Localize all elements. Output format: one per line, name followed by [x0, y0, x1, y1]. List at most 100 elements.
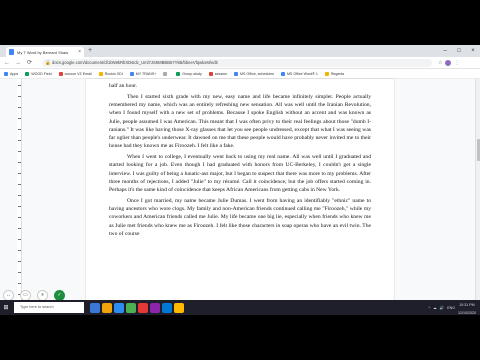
new-tab-button[interactable]: +: [88, 47, 92, 55]
bookmark-label: Apps: [10, 71, 19, 76]
volume-icon[interactable]: 🔊: [440, 306, 444, 310]
bookmark-star-icon[interactable]: ☆: [438, 57, 442, 69]
bookmark-item[interactable]: WOOD Field: [25, 71, 52, 76]
document-page[interactable]: half an hour. Then I started sixth grade …: [86, 79, 394, 300]
ruler-tick: [18, 250, 21, 251]
tab-title: My T Word by Bernard Shaw: [17, 49, 69, 55]
ruler-tick: [18, 217, 21, 218]
ruler-tick: [18, 272, 21, 273]
clock-date: 12/10/2020: [458, 310, 476, 315]
document-area: half an hour. Then I started sixth grade …: [0, 79, 480, 301]
docs-icon: [9, 49, 14, 55]
ruler-tick: [18, 85, 21, 86]
system-tray: ^ ☁ 🔊 ENG 10:31 PM 12/10/2020: [428, 300, 476, 315]
maximize-button[interactable]: □: [452, 45, 466, 57]
browser-toolbar: ← → ⟳ 🔒 docs.google.com/document/d/1bN9k…: [0, 57, 480, 69]
bookmark-item[interactable]: Regents: [324, 71, 345, 76]
bookmark-icon: [234, 71, 239, 76]
taskbar-app-icon[interactable]: [90, 302, 100, 313]
taskbar: ⊞ Type here to search ^ ☁ 🔊 ENG 10:31 PM…: [0, 300, 480, 315]
bookmark-label: WOOD Field: [31, 71, 52, 76]
window-controls: – □ ×: [438, 45, 480, 57]
ruler-tick: [18, 283, 21, 284]
forward-button[interactable]: →: [15, 57, 21, 69]
bookmark-icon: [324, 71, 329, 76]
bookmark-label: Group study: [182, 71, 202, 76]
document-paragraph[interactable]: half an hour.: [109, 82, 371, 90]
taskbar-app-icon[interactable]: [174, 302, 184, 313]
bookmark-icon: [280, 71, 285, 76]
taskbar-app-icon[interactable]: [102, 302, 112, 313]
clock[interactable]: 10:31 PM 12/10/2020: [458, 300, 476, 315]
bookmark-label: Regents: [330, 71, 345, 76]
windows-start-icon[interactable]: ⊞: [0, 300, 12, 315]
bookmark-label: MS Office Word® 1: [286, 71, 318, 76]
tab-strip: My T Word by Bernard Shaw × + – □ ×: [0, 45, 480, 57]
bookmark-icon: [208, 71, 213, 76]
taskbar-app-icon[interactable]: [126, 302, 136, 313]
toolbar-icons: ☆ ⋮: [438, 57, 459, 69]
close-window-button[interactable]: ×: [466, 45, 480, 57]
back-button[interactable]: ←: [4, 57, 10, 69]
close-tab-icon[interactable]: ×: [78, 49, 81, 55]
document-text[interactable]: half an hour. Then I started sixth grade …: [109, 82, 371, 238]
bookmark-icon: [176, 71, 181, 76]
ruler-tick: [18, 162, 21, 163]
bookmark-icon: [163, 71, 168, 76]
tray-chevron-icon[interactable]: ^: [428, 306, 430, 310]
ruler-tick: [18, 206, 21, 207]
scrollbar[interactable]: [475, 79, 480, 300]
document-paragraph[interactable]: When I went to college, I eventually wen…: [109, 153, 371, 194]
minimize-button[interactable]: –: [438, 45, 452, 57]
ruler-tick: [18, 173, 21, 174]
document-paragraph[interactable]: Then I started sixth grade with my new, …: [109, 93, 371, 151]
address-bar[interactable]: 🔒 docs.google.com/document/d/1bN9kRbXDsI…: [42, 59, 432, 67]
bookmark-item[interactable]: Group study: [176, 71, 202, 76]
screen: My T Word by Bernard Shaw × + – □ × ← → …: [0, 45, 480, 315]
document-paragraph[interactable]: Once I got married, my name became Julie…: [109, 197, 371, 238]
menu-icon[interactable]: ⋮: [454, 57, 459, 69]
language-indicator[interactable]: ENG: [447, 306, 455, 310]
vertical-ruler: [17, 79, 22, 300]
ruler-tick: [18, 118, 21, 119]
cloud-icon[interactable]: ☁: [433, 306, 437, 310]
bookmark-icon: [98, 71, 103, 76]
bookmark-icon: [58, 71, 63, 76]
bookmark-item[interactable]: Apps: [4, 71, 19, 76]
bookmark-item[interactable]: MS Office Word® 1: [280, 71, 318, 76]
taskbar-apps: [90, 302, 184, 313]
bookmark-label: MS Office, schedules: [240, 71, 274, 76]
url-text: docs.google.com/document/d/1bN9kRbXDsIdc…: [52, 60, 218, 65]
taskbar-app-icon[interactable]: [162, 302, 172, 313]
avatar[interactable]: [445, 60, 452, 66]
clock-time: 10:31 PM: [459, 303, 475, 307]
bookmark-item[interactable]: [163, 71, 169, 76]
taskbar-search-input[interactable]: Type here to search: [14, 302, 84, 313]
bookmark-icon: [4, 71, 8, 76]
ruler-tick: [18, 261, 21, 262]
ruler-tick: [18, 184, 21, 185]
ruler-tick: [18, 140, 21, 141]
browser-tab[interactable]: My T Word by Bernard Shaw ×: [6, 47, 84, 57]
bookmark-item[interactable]: Rockin XDI: [98, 71, 123, 76]
reload-button[interactable]: ⟳: [27, 57, 32, 69]
ruler-tick: [18, 239, 21, 240]
bookmark-item[interactable]: cocoon VZ Email: [58, 71, 92, 76]
bookmarks-bar: Apps WOOD Field cocoon VZ Email Rockin XDI M…: [0, 69, 480, 79]
ruler-tick: [18, 129, 21, 130]
taskbar-app-icon[interactable]: [150, 302, 160, 313]
bookmark-label: Rockin XDI: [104, 71, 123, 76]
ruler-tick: [18, 96, 21, 97]
ruler-tick: [18, 228, 21, 229]
taskbar-app-icon[interactable]: [138, 302, 148, 313]
bookmark-icon: [25, 71, 30, 76]
bookmark-label: session: [214, 71, 228, 76]
bookmark-item[interactable]: session: [208, 71, 228, 76]
taskbar-app-icon[interactable]: [114, 302, 124, 313]
bookmark-item[interactable]: MY TRANS+: [129, 71, 157, 76]
bookmark-label: cocoon VZ Email: [64, 71, 92, 76]
bookmark-label: MY TRANS+: [135, 71, 157, 76]
ruler-tick: [18, 107, 21, 108]
ruler-tick: [18, 151, 21, 152]
bookmark-item[interactable]: MS Office, schedules: [234, 71, 274, 76]
